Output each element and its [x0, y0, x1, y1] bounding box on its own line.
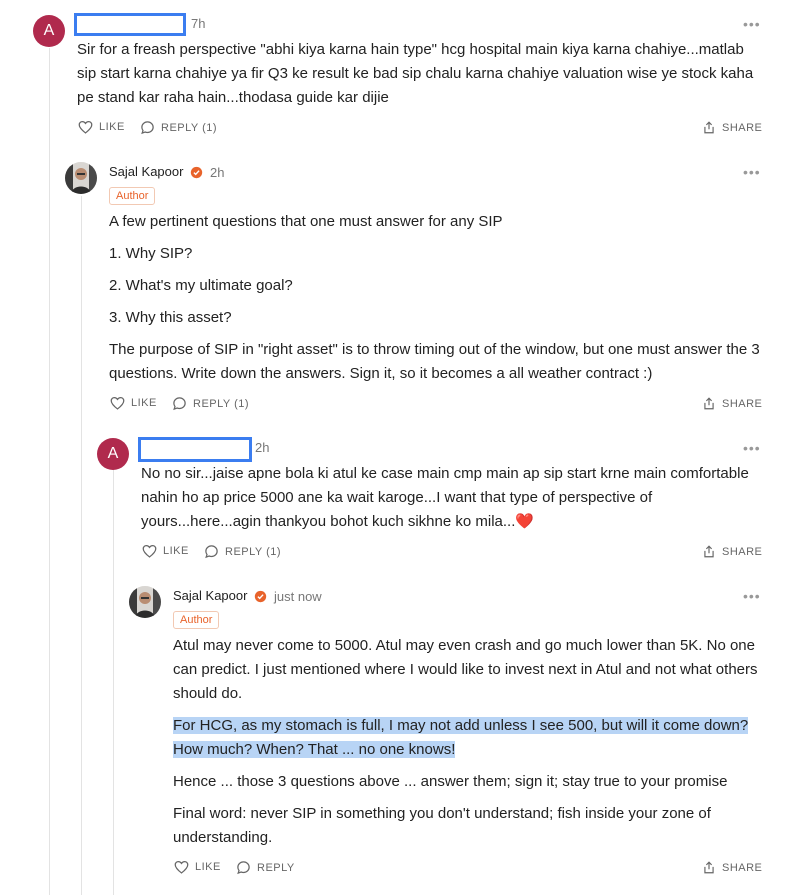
thread-line — [81, 196, 82, 895]
author-name[interactable]: Sajal Kapoor — [109, 164, 183, 179]
comment-time: 2h — [210, 165, 225, 180]
heart-icon — [142, 544, 157, 558]
comment-time: 2h — [255, 440, 270, 455]
avatar[interactable]: A — [33, 15, 65, 47]
author-badge: Author — [173, 611, 220, 629]
more-options-icon[interactable]: ••• — [743, 165, 761, 179]
share-button[interactable]: SHARE — [702, 396, 762, 411]
heart-icon — [110, 396, 125, 410]
redacted-username — [74, 13, 186, 36]
speech-bubble-icon — [237, 861, 250, 875]
more-options-icon[interactable]: ••• — [743, 589, 761, 603]
share-button[interactable]: SHARE — [702, 120, 762, 135]
comment-text: 1. Why SIP? — [109, 245, 193, 262]
like-button[interactable]: LIKE — [110, 396, 157, 410]
comment-text-highlighted: For HCG, as my stomach is full, I may no… — [173, 717, 749, 758]
share-icon — [704, 545, 714, 558]
more-options-icon[interactable]: ••• — [743, 17, 761, 31]
comment-text: The purpose of SIP in "right asset" is t… — [109, 341, 760, 382]
avatar[interactable] — [129, 586, 161, 618]
heart-icon — [174, 860, 189, 874]
more-options-icon[interactable]: ••• — [743, 441, 761, 455]
speech-bubble-icon — [141, 121, 154, 135]
comment-text: 3. Why this asset? — [109, 309, 232, 326]
profile-photo — [65, 162, 97, 194]
thread-line — [49, 48, 50, 895]
thread-line — [113, 468, 114, 895]
share-icon — [704, 397, 714, 410]
speech-bubble-icon — [205, 545, 218, 559]
heart-icon — [78, 120, 93, 134]
like-button[interactable]: LIKE — [142, 544, 189, 558]
verified-badge-icon — [190, 166, 203, 179]
speech-bubble-icon — [173, 397, 186, 411]
comment-time: 7h — [191, 16, 206, 31]
reply-button[interactable]: REPLY (1) — [140, 120, 217, 135]
comment-text: 2. What's my ultimate goal? — [109, 277, 293, 294]
comment-text: A few pertinent questions that one must … — [109, 213, 503, 230]
comment-text: Atul may never come to 5000. Atul may ev… — [173, 637, 758, 702]
like-button[interactable]: LIKE — [174, 860, 221, 874]
share-button[interactable]: SHARE — [702, 860, 762, 875]
comment-text: Hence ... those 3 questions above ... an… — [173, 773, 728, 790]
reply-button[interactable]: REPLY — [236, 860, 295, 875]
comment-text: Sir for a freash perspective "abhi kiya … — [77, 41, 754, 106]
author-name[interactable]: Sajal Kapoor — [173, 588, 247, 603]
redacted-username — [138, 437, 252, 462]
profile-photo — [129, 586, 161, 618]
share-icon — [704, 861, 714, 874]
comment-text: No no sir...jaise apne bola ki atul ke c… — [141, 465, 749, 530]
avatar[interactable] — [65, 162, 97, 194]
reply-button[interactable]: REPLY (1) — [204, 544, 281, 559]
author-badge: Author — [109, 187, 156, 205]
comment-time: just now — [274, 589, 322, 604]
avatar[interactable]: A — [97, 438, 129, 470]
share-icon — [704, 121, 714, 134]
verified-badge-icon — [254, 590, 267, 603]
share-button[interactable]: SHARE — [702, 544, 762, 559]
like-button[interactable]: LIKE — [78, 120, 125, 134]
comment-text: Final word: never SIP in something you d… — [173, 805, 711, 846]
heart-emoji: ❤️ — [515, 513, 535, 530]
reply-button[interactable]: REPLY (1) — [172, 396, 249, 411]
